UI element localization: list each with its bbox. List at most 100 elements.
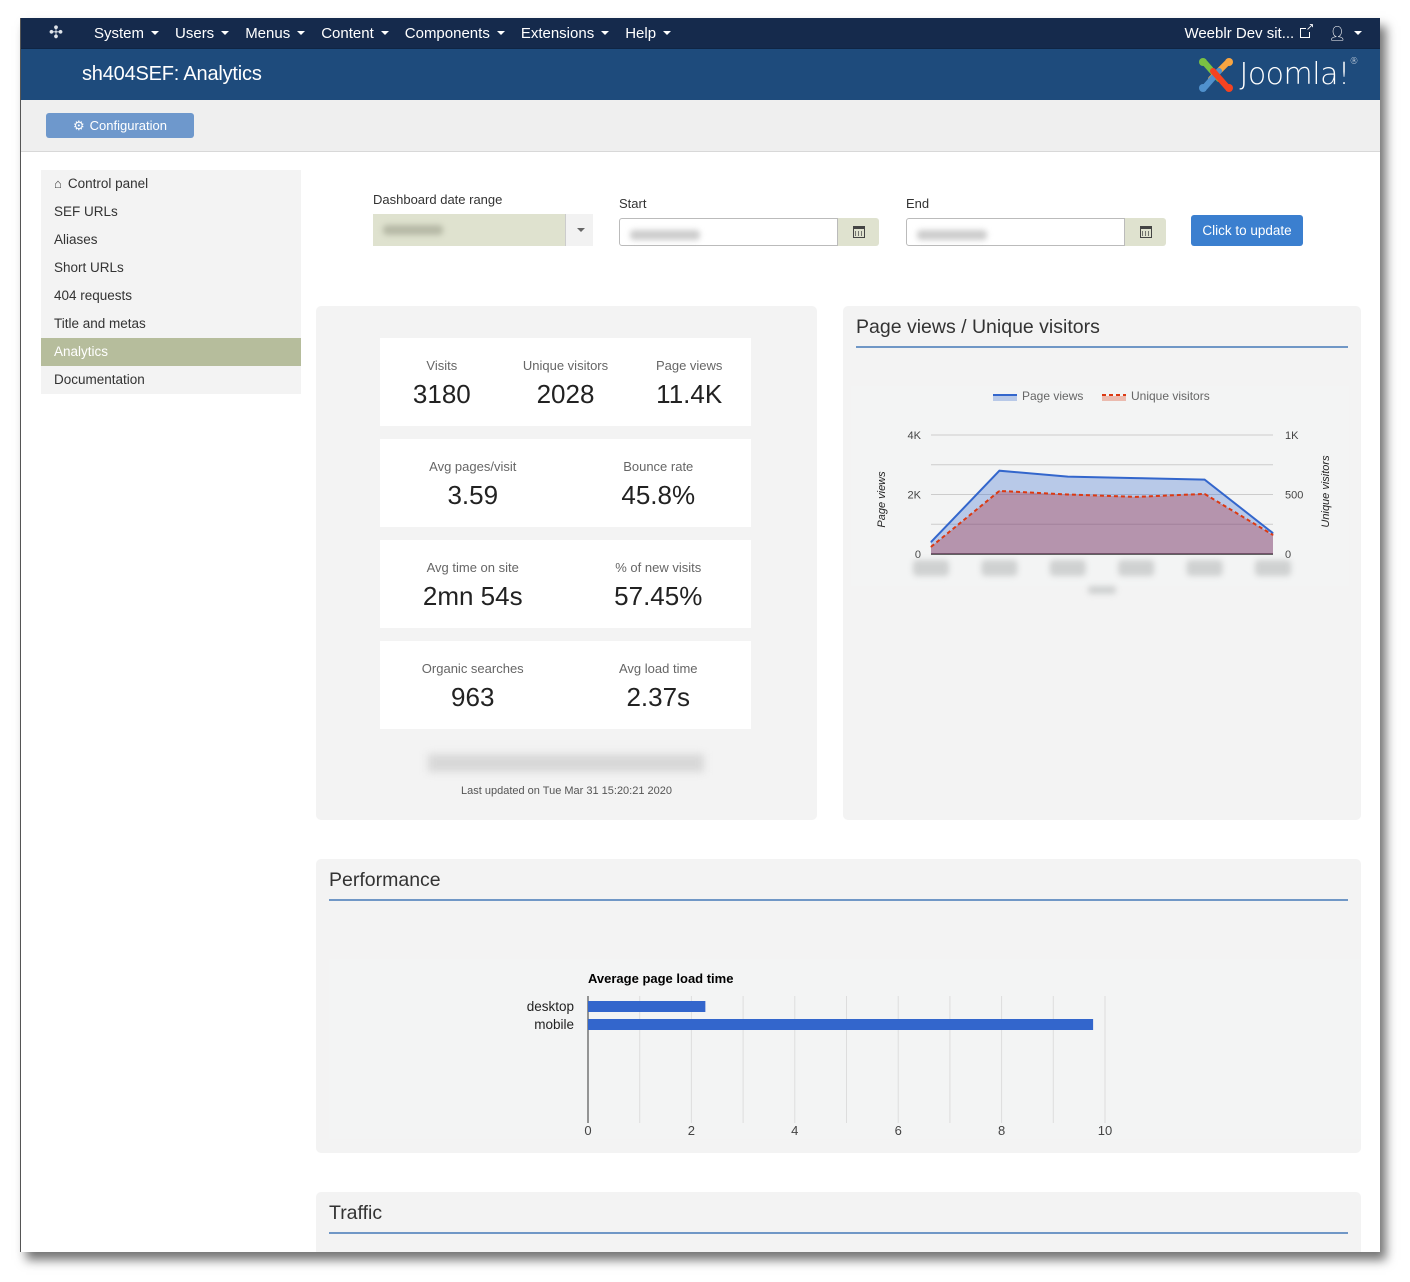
date-range-select[interactable]: [373, 214, 593, 246]
y-tick-right: 500: [1285, 490, 1303, 502]
sidebar-item-404-requests[interactable]: 404 requests: [41, 282, 301, 310]
menu-label: Help: [625, 24, 657, 42]
stat-label: Page views: [655, 358, 723, 373]
menu-label: Menus: [245, 24, 291, 42]
stat-new-visits: % of new visits 57.45%: [566, 540, 752, 628]
x-tick-label-redacted: [981, 560, 1018, 576]
sidebar-item-title-and-metas[interactable]: Title and metas: [41, 310, 301, 338]
stat-bounce-rate: Bounce rate 45.8%: [566, 439, 752, 527]
stat-label: % of new visits: [615, 560, 702, 575]
stat-value: 3.59: [447, 480, 499, 510]
menu-system[interactable]: System: [86, 25, 167, 42]
y-category-label: mobile: [534, 1017, 574, 1032]
point-page-views: [1272, 532, 1274, 534]
date-range-label: Dashboard date range: [373, 192, 503, 207]
caret-down-icon: [380, 31, 389, 35]
y-axis-label-right: Unique visitors: [1320, 455, 1332, 528]
point-unique-visitors: [1272, 534, 1274, 536]
external-link-icon: [1300, 22, 1314, 38]
redacted-value: [383, 225, 443, 235]
menu-label: Extensions: [520, 24, 595, 42]
menu-menus[interactable]: Menus: [237, 25, 313, 42]
bar-mobile: [588, 1019, 1094, 1030]
stat-label: Bounce rate: [623, 459, 694, 474]
chart-background: [329, 959, 1361, 1139]
end-date-input[interactable]: [906, 218, 1126, 246]
legend-swatch-unique-visitors: [1102, 396, 1126, 401]
y-category-label: desktop: [527, 999, 574, 1014]
stat-organic-searches: Organic searches 963: [380, 641, 566, 729]
caret-down-icon: [151, 31, 160, 35]
point-unique-visitors: [998, 490, 1000, 492]
stat-value: 57.45%: [614, 581, 703, 611]
calendar-icon: [1139, 226, 1152, 238]
menu-label: System: [94, 24, 145, 42]
menu-label: Users: [175, 24, 215, 42]
menu-components[interactable]: Components: [397, 25, 513, 42]
stat-label: Avg load time: [618, 661, 698, 676]
point-page-views: [930, 541, 932, 543]
y-tick-left: 0: [915, 549, 921, 561]
start-date-input[interactable]: [619, 218, 839, 246]
y-tick-left: 2K: [908, 490, 922, 502]
point-page-views: [1135, 477, 1137, 479]
menu-content[interactable]: Content: [313, 25, 397, 42]
brand-label: Joomla!: [1239, 57, 1350, 92]
legend-label-page-views: Page views: [1022, 389, 1083, 403]
caret-down-icon: [221, 31, 230, 35]
sidebar-item-label: SEF URLs: [54, 204, 118, 219]
end-calendar-button[interactable]: [1125, 218, 1166, 246]
caret-down-icon: [297, 31, 306, 35]
sidebar-item-short-urls[interactable]: Short URLs: [41, 254, 301, 282]
y-tick-left: 4K: [908, 430, 922, 442]
brand-name: Joomla!®: [1239, 57, 1358, 92]
stat-label: Organic searches: [421, 661, 524, 676]
menu-help[interactable]: Help: [617, 25, 679, 42]
menu-users[interactable]: Users: [167, 25, 237, 42]
x-tick-label-redacted: [1049, 560, 1086, 576]
redacted-date-range: [428, 754, 704, 772]
user-menu[interactable]: 👤︎: [1328, 25, 1362, 42]
configuration-button[interactable]: ⚙ Configuration: [46, 113, 194, 138]
stat-avg-time-on-site: Avg time on site 2mn 54s: [380, 540, 566, 628]
stat-value: 3180: [412, 379, 471, 409]
site-link-label: Weeblr Dev sit...: [1184, 24, 1295, 42]
user-icon: 👤︎: [1328, 24, 1346, 41]
caret-down-icon: [601, 31, 610, 35]
dropdown-toggle[interactable]: [565, 214, 593, 246]
stat-page-views: Page views 11.4K: [627, 338, 751, 426]
redacted-value: [917, 230, 987, 240]
caret-down-icon: [496, 31, 505, 35]
sidebar-item-sef-urls[interactable]: SEF URLs: [41, 198, 301, 226]
area-chart: 0 2K 4K 0 500 1K Page views Unique visitors Page…: [851, 386, 1349, 594]
start-label: Start: [619, 196, 647, 211]
stat-visits: Visits 3180: [380, 338, 504, 426]
site-link[interactable]: Weeblr Dev sit...: [1184, 22, 1314, 42]
chart-title: Average page load time: [588, 971, 733, 986]
update-button[interactable]: Click to update: [1191, 215, 1303, 246]
traffic-panel: Traffic: [316, 1192, 1361, 1252]
x-tick-label-redacted: [1255, 560, 1291, 576]
stat-label: Visits: [426, 358, 458, 373]
sidebar-item-control-panel[interactable]: ⌂ Control panel: [41, 170, 301, 198]
start-calendar-button[interactable]: [838, 218, 879, 246]
home-icon: ⌂: [54, 176, 62, 191]
sidebar-item-documentation[interactable]: Documentation: [41, 366, 301, 394]
sidebar-item-aliases[interactable]: Aliases: [41, 226, 301, 254]
sidebar-item-label: Aliases: [54, 232, 98, 247]
sidebar-item-analytics[interactable]: Analytics: [41, 338, 301, 366]
end-date-field: [906, 218, 1166, 246]
menu-extensions[interactable]: Extensions: [513, 25, 617, 42]
bar-desktop: [588, 1001, 706, 1012]
menu-label: Components: [404, 24, 490, 42]
stat-value: 2028: [536, 379, 595, 409]
y-axis-label-left: Page views: [876, 471, 888, 528]
joomla-icon[interactable]: ✣: [46, 23, 66, 43]
stat-avg-pages-visit: Avg pages/visit 3.59: [380, 439, 566, 527]
legend-swatch-page-views: [993, 396, 1017, 401]
stat-card: Visits 3180 Unique visitors 2028 Page view…: [380, 338, 751, 426]
point-unique-visitors: [930, 546, 932, 548]
stat-value: 11.4K: [656, 379, 723, 409]
date-range-value: [373, 214, 565, 246]
x-tick-label: 6: [895, 1123, 902, 1138]
